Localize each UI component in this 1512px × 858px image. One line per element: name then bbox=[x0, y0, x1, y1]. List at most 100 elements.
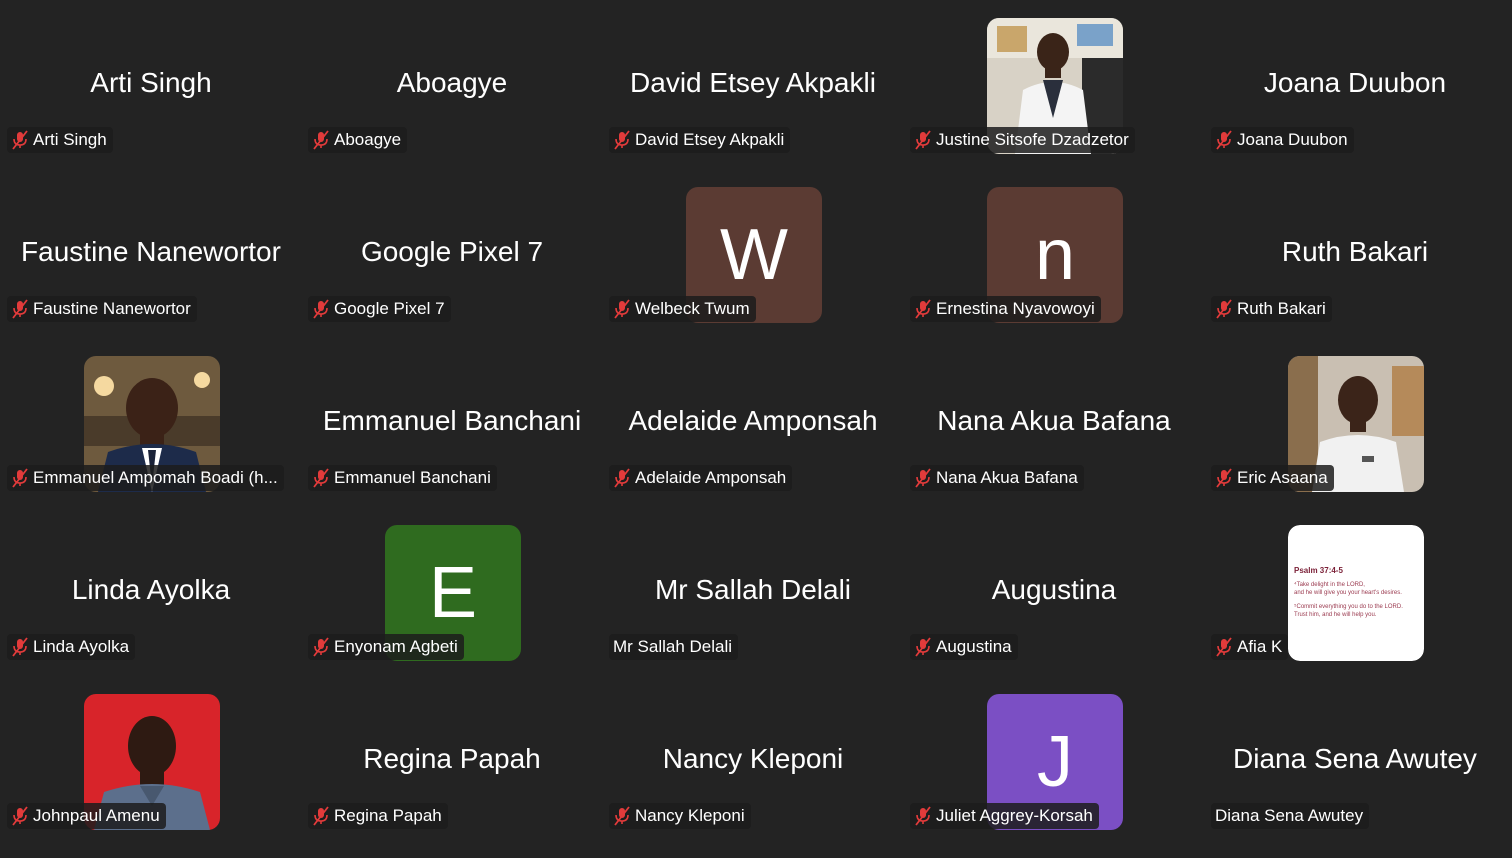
participant-tile[interactable]: Adelaide Amponsah Adelaide Amponsah bbox=[603, 339, 903, 508]
participant-tile[interactable]: Emmanuel Ampomah Boadi (h... bbox=[1, 339, 301, 508]
psalm-title: Psalm 37:4-5 bbox=[1294, 566, 1343, 575]
participant-name: Enyonam Agbeti bbox=[334, 637, 458, 656]
mic-off-icon bbox=[11, 130, 29, 150]
participant-display-name: Joana Duubon bbox=[1263, 67, 1447, 98]
participant-name-label: Juliet Aggrey-Korsah bbox=[910, 803, 1099, 829]
participant-tile[interactable]: Joana Duubon Joana Duubon bbox=[1205, 1, 1505, 170]
mic-off-icon bbox=[312, 130, 330, 150]
participant-display-name: Nancy Kleponi bbox=[662, 743, 844, 774]
participant-display-name: Aboagye bbox=[396, 67, 508, 98]
participant-name: Augustina bbox=[936, 637, 1012, 656]
mic-off-icon bbox=[914, 806, 932, 826]
mic-off-icon bbox=[1215, 637, 1233, 657]
participant-name: Joana Duubon bbox=[1237, 130, 1348, 149]
mic-off-icon bbox=[11, 299, 29, 319]
participant-tile[interactable]: Faustine Nanewortor Faustine Nanewortor bbox=[1, 170, 301, 339]
participant-name-label: Ernestina Nyavowoyi bbox=[910, 296, 1101, 322]
participant-tile[interactable]: Emmanuel Banchani Emmanuel Banchani bbox=[302, 339, 602, 508]
participant-name-label: Linda Ayolka bbox=[7, 634, 136, 660]
participant-display-name: Regina Papah bbox=[363, 743, 541, 774]
mic-off-icon bbox=[914, 468, 932, 488]
participant-display-name: Faustine Nanewortor bbox=[21, 236, 281, 267]
psalm-line: ⁵Commit everything you do to the LORD. bbox=[1294, 604, 1403, 610]
participant-name-label: Aboagye bbox=[308, 127, 408, 153]
participant-name: Afia K bbox=[1237, 637, 1283, 656]
mic-off-icon bbox=[613, 299, 631, 319]
participant-display-name: Linda Ayolka bbox=[71, 574, 231, 605]
participant-name: Nana Akua Bafana bbox=[936, 468, 1078, 487]
participant-name-label: Enyonam Agbeti bbox=[308, 634, 464, 660]
mic-off-icon bbox=[1215, 130, 1233, 150]
participant-tile[interactable]: Psalm 37:4-5 ⁴Take delight in the LORD, an… bbox=[1205, 508, 1505, 677]
mic-off-icon bbox=[11, 637, 29, 657]
participant-name: Juliet Aggrey-Korsah bbox=[936, 806, 1093, 825]
participant-tile[interactable]: Arti Singh Arti Singh bbox=[1, 1, 301, 170]
avatar-image: Psalm 37:4-5 ⁴Take delight in the LORD, an… bbox=[1288, 525, 1424, 661]
participant-tile[interactable]: Aboagye Aboagye bbox=[302, 1, 602, 170]
participant-name: Johnpaul Amenu bbox=[33, 806, 160, 825]
participant-display-name: Nana Akua Bafana bbox=[937, 405, 1171, 436]
participant-name: Emmanuel Banchani bbox=[334, 468, 491, 487]
participant-tile[interactable]: Regina Papah Regina Papah bbox=[302, 677, 602, 846]
participant-name-label: Nancy Kleponi bbox=[609, 803, 751, 829]
participant-tile[interactable]: J Juliet Aggrey-Korsah bbox=[904, 677, 1204, 846]
participant-tile[interactable]: Augustina Augustina bbox=[904, 508, 1204, 677]
participant-tile[interactable]: Johnpaul Amenu bbox=[1, 677, 301, 846]
participant-name-label: Google Pixel 7 bbox=[308, 296, 451, 322]
participant-name: Welbeck Twum bbox=[635, 299, 750, 318]
participant-tile[interactable]: Nana Akua Bafana Nana Akua Bafana bbox=[904, 339, 1204, 508]
participant-name: Ruth Bakari bbox=[1237, 299, 1326, 318]
participant-name-label: Emmanuel Banchani bbox=[308, 465, 497, 491]
participant-name: Mr Sallah Delali bbox=[613, 637, 733, 656]
participant-name: Arti Singh bbox=[33, 130, 107, 149]
participant-tile[interactable]: Eric Asaana bbox=[1205, 339, 1505, 508]
participant-name-label: Nana Akua Bafana bbox=[910, 465, 1084, 491]
participant-display-name: Ruth Bakari bbox=[1281, 236, 1429, 267]
participant-display-name: Diana Sena Awutey bbox=[1233, 743, 1477, 774]
participant-name-label: Justine Sitsofe Dzadzetor bbox=[910, 127, 1135, 153]
participant-display-name: David Etsey Akpakli bbox=[630, 67, 876, 98]
participant-name-label: Joana Duubon bbox=[1211, 127, 1354, 153]
participant-tile[interactable]: Ruth Bakari Ruth Bakari bbox=[1205, 170, 1505, 339]
participant-name-label: Afia K bbox=[1211, 634, 1289, 660]
participant-display-name: Emmanuel Banchani bbox=[322, 405, 582, 436]
participant-name-label: Diana Sena Awutey bbox=[1211, 803, 1370, 829]
participant-tile[interactable]: Diana Sena Awutey Diana Sena Awutey bbox=[1205, 677, 1505, 846]
participant-tile[interactable]: n Ernestina Nyavowoyi bbox=[904, 170, 1204, 339]
participant-display-name: Mr Sallah Delali bbox=[654, 574, 852, 605]
participant-name: Google Pixel 7 bbox=[334, 299, 445, 318]
mic-off-icon bbox=[1215, 468, 1233, 488]
participant-tile[interactable]: Justine Sitsofe Dzadzetor bbox=[904, 1, 1204, 170]
mic-off-icon bbox=[312, 299, 330, 319]
participant-display-name: Google Pixel 7 bbox=[360, 236, 544, 267]
participant-name: Aboagye bbox=[334, 130, 402, 149]
participant-tile[interactable]: Google Pixel 7 Google Pixel 7 bbox=[302, 170, 602, 339]
mic-off-icon bbox=[914, 130, 932, 150]
participant-tile[interactable]: W Welbeck Twum bbox=[603, 170, 903, 339]
participant-tile[interactable]: Linda Ayolka Linda Ayolka bbox=[1, 508, 301, 677]
participant-tile[interactable]: Nancy Kleponi Nancy Kleponi bbox=[603, 677, 903, 846]
participant-name-label: Welbeck Twum bbox=[609, 296, 756, 322]
psalm-line: and he will give you your heart's desire… bbox=[1294, 590, 1402, 596]
participant-name-label: Johnpaul Amenu bbox=[7, 803, 166, 829]
psalm-line: ⁴Take delight in the LORD, bbox=[1294, 582, 1365, 588]
mic-off-icon bbox=[11, 806, 29, 826]
participant-name-label: Regina Papah bbox=[308, 803, 448, 829]
participant-name: Faustine Nanewortor bbox=[33, 299, 191, 318]
participant-display-name: Augustina bbox=[991, 574, 1117, 605]
participant-name: Justine Sitsofe Dzadzetor bbox=[936, 130, 1129, 149]
participant-tile[interactable]: E Enyonam Agbeti bbox=[302, 508, 602, 677]
participant-name-label: Faustine Nanewortor bbox=[7, 296, 197, 322]
mic-off-icon bbox=[312, 468, 330, 488]
participant-name-label: Adelaide Amponsah bbox=[609, 465, 793, 491]
mic-off-icon bbox=[613, 806, 631, 826]
mic-off-icon bbox=[312, 637, 330, 657]
participant-tile[interactable]: David Etsey Akpakli David Etsey Akpakli bbox=[603, 1, 903, 170]
participant-name-label: Mr Sallah Delali bbox=[609, 634, 739, 660]
participant-name: Linda Ayolka bbox=[33, 637, 130, 656]
mic-off-icon bbox=[613, 468, 631, 488]
participant-display-name: Adelaide Amponsah bbox=[628, 405, 878, 436]
participant-tile[interactable]: Mr Sallah Delali Mr Sallah Delali bbox=[603, 508, 903, 677]
participant-name-label: David Etsey Akpakli bbox=[609, 127, 791, 153]
participant-name-label: Arti Singh bbox=[7, 127, 113, 153]
